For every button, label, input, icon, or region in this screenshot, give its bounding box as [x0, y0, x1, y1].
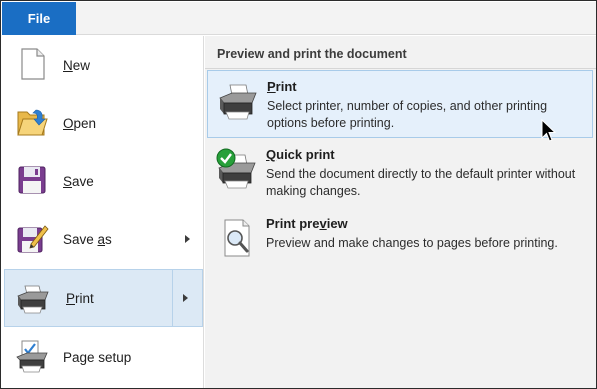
option-print-preview[interactable]: Print preview Preview and make changes t… — [207, 208, 593, 276]
menu-item-save[interactable]: Save — [2, 152, 204, 210]
option-title: Print preview — [266, 216, 348, 231]
option-description: Preview and make changes to pages before… — [266, 236, 558, 250]
menu-item-label: Page setup — [63, 349, 132, 365]
menu-item-label: Open — [63, 115, 97, 131]
option-title: Quick print — [266, 147, 335, 162]
submenu-arrow-icon — [185, 235, 190, 243]
file-tab[interactable]: File — [2, 2, 76, 35]
option-description: Send the document directly to the defaul… — [266, 167, 576, 198]
open-folder-icon — [17, 109, 48, 136]
new-document-icon — [21, 48, 45, 80]
menu-item-page-setup[interactable]: Page setup — [2, 328, 204, 386]
section-divider — [205, 68, 596, 69]
option-print[interactable]: Print Select printer, number of copies, … — [207, 70, 593, 138]
quick-print-icon — [216, 148, 256, 189]
option-description: Select printer, number of copies, and ot… — [267, 99, 548, 130]
menu-item-label: Save as — [63, 231, 112, 247]
menu-item-print[interactable]: Print — [4, 269, 203, 327]
printer-icon — [17, 285, 49, 314]
file-menu-pane: New Open Save Save as Print Page setup — [2, 36, 204, 388]
mouse-cursor-icon — [541, 119, 557, 142]
printer-icon — [219, 84, 257, 120]
menu-item-new[interactable]: New — [2, 36, 204, 94]
print-submenu-pane: Preview and print the document Print Sel… — [205, 36, 596, 388]
menu-item-save-as[interactable]: Save as — [2, 210, 204, 268]
ribbon-tab-bar — [2, 2, 596, 35]
option-title: Print — [267, 79, 297, 94]
section-title: Preview and print the document — [217, 47, 407, 61]
page-setup-icon — [16, 340, 48, 373]
print-preview-icon — [224, 219, 250, 257]
menu-item-label: Save — [63, 173, 94, 189]
menu-item-label: Print — [66, 290, 94, 306]
submenu-arrow-icon — [183, 294, 188, 302]
menu-item-open[interactable]: Open — [2, 94, 204, 152]
option-quick-print[interactable]: Quick print Send the document directly t… — [207, 139, 593, 207]
menu-item-label: New — [63, 57, 91, 73]
print-menu-window: File New Open Save Save as Print Page se… — [0, 0, 597, 389]
floppy-disk-icon — [18, 166, 46, 194]
save-as-icon — [17, 225, 49, 253]
